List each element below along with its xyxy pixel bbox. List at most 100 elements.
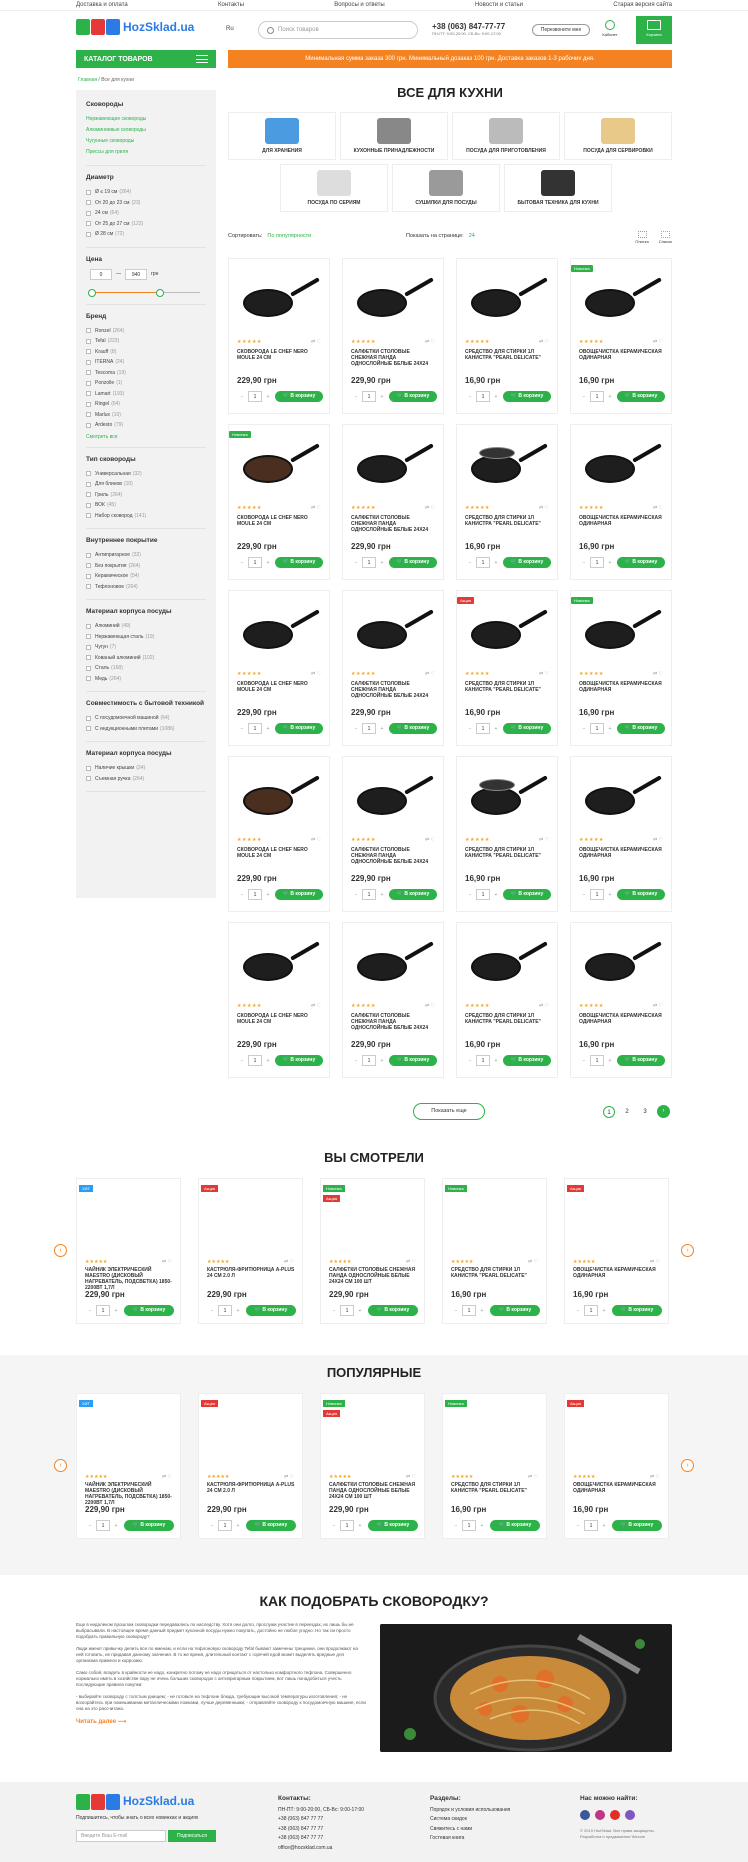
compare-wishlist-icons[interactable]: ⇄ ♡	[311, 1003, 321, 1009]
checkbox[interactable]	[86, 513, 91, 519]
compare-wishlist-icons[interactable]: ⇄ ♡	[425, 1003, 435, 1009]
quantity-stepper[interactable]: −1 +	[579, 557, 615, 568]
quantity-value[interactable]: 1	[590, 391, 604, 402]
product-card[interactable]: ХИТ ★★★★★ ⇄ ♡ ЧАЙНИК ЭЛЕКТРИЧЕСКИЙ MAESTRO …	[76, 1393, 181, 1539]
footer-phone-3[interactable]: +38 (063) 847 77 77	[278, 1834, 398, 1844]
product-name[interactable]: ЧАЙНИК ЭЛЕКТРИЧЕСКИЙ MAESTRO (ДИСКОВЫЙ Н…	[85, 1482, 175, 1506]
plus-button[interactable]: +	[377, 560, 387, 566]
filter-option[interactable]: Ø ≤ 19 см (264)	[86, 187, 206, 198]
quantity-stepper[interactable]: −1 +	[465, 557, 501, 568]
checkbox[interactable]	[86, 492, 91, 498]
compare-wishlist-icons[interactable]: ⇄ ♡	[425, 505, 435, 511]
product-image[interactable]	[579, 277, 663, 325]
add-to-cart-button[interactable]: 🛒 В корзину	[389, 889, 437, 900]
product-image[interactable]	[465, 775, 549, 823]
product-image[interactable]	[237, 277, 321, 325]
quantity-stepper[interactable]: −1 +	[237, 391, 273, 402]
quantity-stepper[interactable]: −1 +	[207, 1305, 243, 1316]
quantity-value[interactable]: 1	[248, 1055, 262, 1066]
quantity-stepper[interactable]: −1 +	[237, 889, 273, 900]
subscribe-button[interactable]: Подписаться	[168, 1829, 216, 1842]
minus-button[interactable]: −	[465, 560, 475, 566]
product-image-wrap[interactable]	[211, 1187, 291, 1249]
quantity-value[interactable]: 1	[96, 1520, 110, 1531]
minus-button[interactable]: −	[237, 1058, 247, 1064]
view-grid-button[interactable]: Плитка	[635, 231, 649, 244]
product-card[interactable]: Акция ★★★★★ ⇄ ♡ ОВОЩЕЧИСТКА КЕРАМИЧЕСКАЯ ОД…	[564, 1178, 669, 1324]
minus-button[interactable]: −	[465, 394, 475, 400]
category-tile[interactable]: ПОСУДА ДЛЯ СЕРВИРОВКИ	[564, 112, 672, 160]
product-card[interactable]: ★★★★★ ⇄ ♡ СРЕДСТВО ДЛЯ СТИРКИ 1Л КАНИСТРА …	[456, 424, 558, 580]
product-card[interactable]: Акция ★★★★★ ⇄ ♡ КАСТРЮЛЯ-ФРИТЮРНИЦА A-PLUS …	[198, 1178, 303, 1324]
product-image-wrap[interactable]	[455, 1187, 535, 1249]
product-name[interactable]: СКОВОРОДА LE CHEF NERO MOULE 24 СМ	[237, 515, 323, 527]
quantity-stepper[interactable]: −1 +	[351, 391, 387, 402]
plus-button[interactable]: +	[605, 394, 615, 400]
page-1[interactable]: 1	[603, 1105, 615, 1118]
add-to-cart-button[interactable]: 🛒 В корзину	[617, 889, 665, 900]
language-select[interactable]: Ru	[226, 26, 234, 32]
product-card[interactable]: ★★★★★ ⇄ ♡ САЛФЕТКИ СТОЛОВЫЕ СНЕЖНАЯ ПАНДА …	[342, 258, 444, 414]
quantity-stepper[interactable]: −1 +	[237, 723, 273, 734]
minus-button[interactable]: −	[237, 560, 247, 566]
compare-wishlist-icons[interactable]: ⇄ ♡	[311, 671, 321, 677]
product-image-wrap[interactable]	[577, 1402, 657, 1464]
checkbox[interactable]	[86, 665, 91, 671]
checkbox[interactable]	[86, 726, 91, 732]
minus-button[interactable]: −	[207, 1308, 217, 1314]
product-name[interactable]: СРЕДСТВО ДЛЯ СТИРКИ 1Л КАНИСТРА "PEARL D…	[465, 349, 551, 361]
product-image-wrap[interactable]	[89, 1402, 169, 1464]
quantity-value[interactable]: 1	[218, 1305, 232, 1316]
product-name[interactable]: САЛФЕТКИ СТОЛОВЫЕ СНЕЖНАЯ ПАНДА ОДНОСЛОЙ…	[329, 1267, 419, 1285]
product-card[interactable]: ★★★★★ ⇄ ♡ СКОВОРОДА LE CHEF NERO MOULE 24 …	[228, 922, 330, 1078]
category-tile[interactable]: БЫТОВАЯ ТЕХНИКА ДЛЯ КУХНИ	[504, 164, 612, 212]
plus-button[interactable]: +	[377, 726, 387, 732]
product-card[interactable]: ★★★★★ ⇄ ♡ СКОВОРОДА LE CHEF NERO MOULE 24 …	[228, 756, 330, 912]
minus-button[interactable]: −	[451, 1523, 461, 1529]
nav-contacts[interactable]: Контакты	[218, 2, 244, 8]
add-to-cart-button[interactable]: 🛒 В корзину	[617, 1055, 665, 1066]
product-name[interactable]: САЛФЕТКИ СТОЛОВЫЕ СНЕЖНАЯ ПАНДА ОДНОСЛОЙ…	[351, 847, 437, 865]
minus-button[interactable]: −	[351, 394, 361, 400]
product-card[interactable]: Новинка ★★★★★ ⇄ ♡ СРЕДСТВО ДЛЯ СТИРКИ 1Л КА…	[442, 1178, 547, 1324]
quantity-stepper[interactable]: −1 +	[465, 723, 501, 734]
product-name[interactable]: САЛФЕТКИ СТОЛОВЫЕ СНЕЖНАЯ ПАНДА ОДНОСЛОЙ…	[351, 681, 437, 699]
product-name[interactable]: КАСТРЮЛЯ-ФРИТЮРНИЦА A-PLUS 24 СМ 2.0 Л	[207, 1482, 297, 1494]
quantity-stepper[interactable]: −1 +	[351, 723, 387, 734]
filter-option[interactable]: С индукционными плитами (1086)	[86, 724, 206, 735]
sort-control[interactable]: Сортировать: По популярности	[228, 233, 311, 239]
filter-option[interactable]: Антипригарное (32)	[86, 550, 206, 561]
add-to-cart-button[interactable]: 🛒 В корзину	[617, 391, 665, 402]
product-card[interactable]: ★★★★★ ⇄ ♡ СРЕДСТВО ДЛЯ СТИРКИ 1Л КАНИСТРА …	[456, 756, 558, 912]
compare-wishlist-icons[interactable]: ⇄ ♡	[539, 837, 549, 843]
quantity-value[interactable]: 1	[96, 1305, 110, 1316]
phone[interactable]: +38 (063) 847-77-77 ПН-ПТ: 9:00-20:00, С…	[432, 22, 505, 36]
minus-button[interactable]: −	[579, 560, 589, 566]
view-list-button[interactable]: Список	[659, 231, 672, 244]
quantity-value[interactable]: 1	[476, 1055, 490, 1066]
category-tile[interactable]: КУХОННЫЕ ПРИНАДЛЕЖНОСТИ	[340, 112, 448, 160]
filter-option[interactable]: Гриль (264)	[86, 490, 206, 501]
compare-wishlist-icons[interactable]: ⇄ ♡	[539, 671, 549, 677]
filter-option[interactable]: Набор сковород (141)	[86, 511, 206, 522]
footer-link-terms[interactable]: Порядок и условия использования	[430, 1806, 560, 1816]
checkbox[interactable]	[86, 221, 91, 227]
minus-button[interactable]: −	[579, 1058, 589, 1064]
price-to-field[interactable]: 940	[125, 268, 147, 280]
quantity-value[interactable]: 1	[340, 1520, 354, 1531]
add-to-cart-button[interactable]: 🛒 В корзину	[389, 1055, 437, 1066]
plus-button[interactable]: +	[491, 726, 501, 732]
minus-button[interactable]: −	[207, 1523, 217, 1529]
product-name[interactable]: САЛФЕТКИ СТОЛОВЫЕ СНЕЖНАЯ ПАНДА ОДНОСЛОЙ…	[351, 1013, 437, 1031]
callback-button[interactable]: Перезвоните мне	[532, 24, 590, 36]
product-name[interactable]: ОВОЩЕЧИСТКА КЕРАМИЧЕСКАЯ ОДИНАРНАЯ	[579, 1013, 665, 1025]
filter-option[interactable]: Lamart (193)	[86, 389, 206, 400]
minus-button[interactable]: −	[237, 726, 247, 732]
compare-wishlist-icons[interactable]: ⇄ ♡	[425, 339, 435, 345]
compare-wishlist-icons[interactable]: ⇄ ♡	[528, 1474, 538, 1480]
checkbox[interactable]	[86, 391, 91, 397]
quantity-stepper[interactable]: −1 +	[451, 1305, 487, 1316]
quantity-stepper[interactable]: −1 +	[351, 557, 387, 568]
plus-button[interactable]: +	[491, 394, 501, 400]
slider-handle-max[interactable]	[156, 288, 164, 297]
